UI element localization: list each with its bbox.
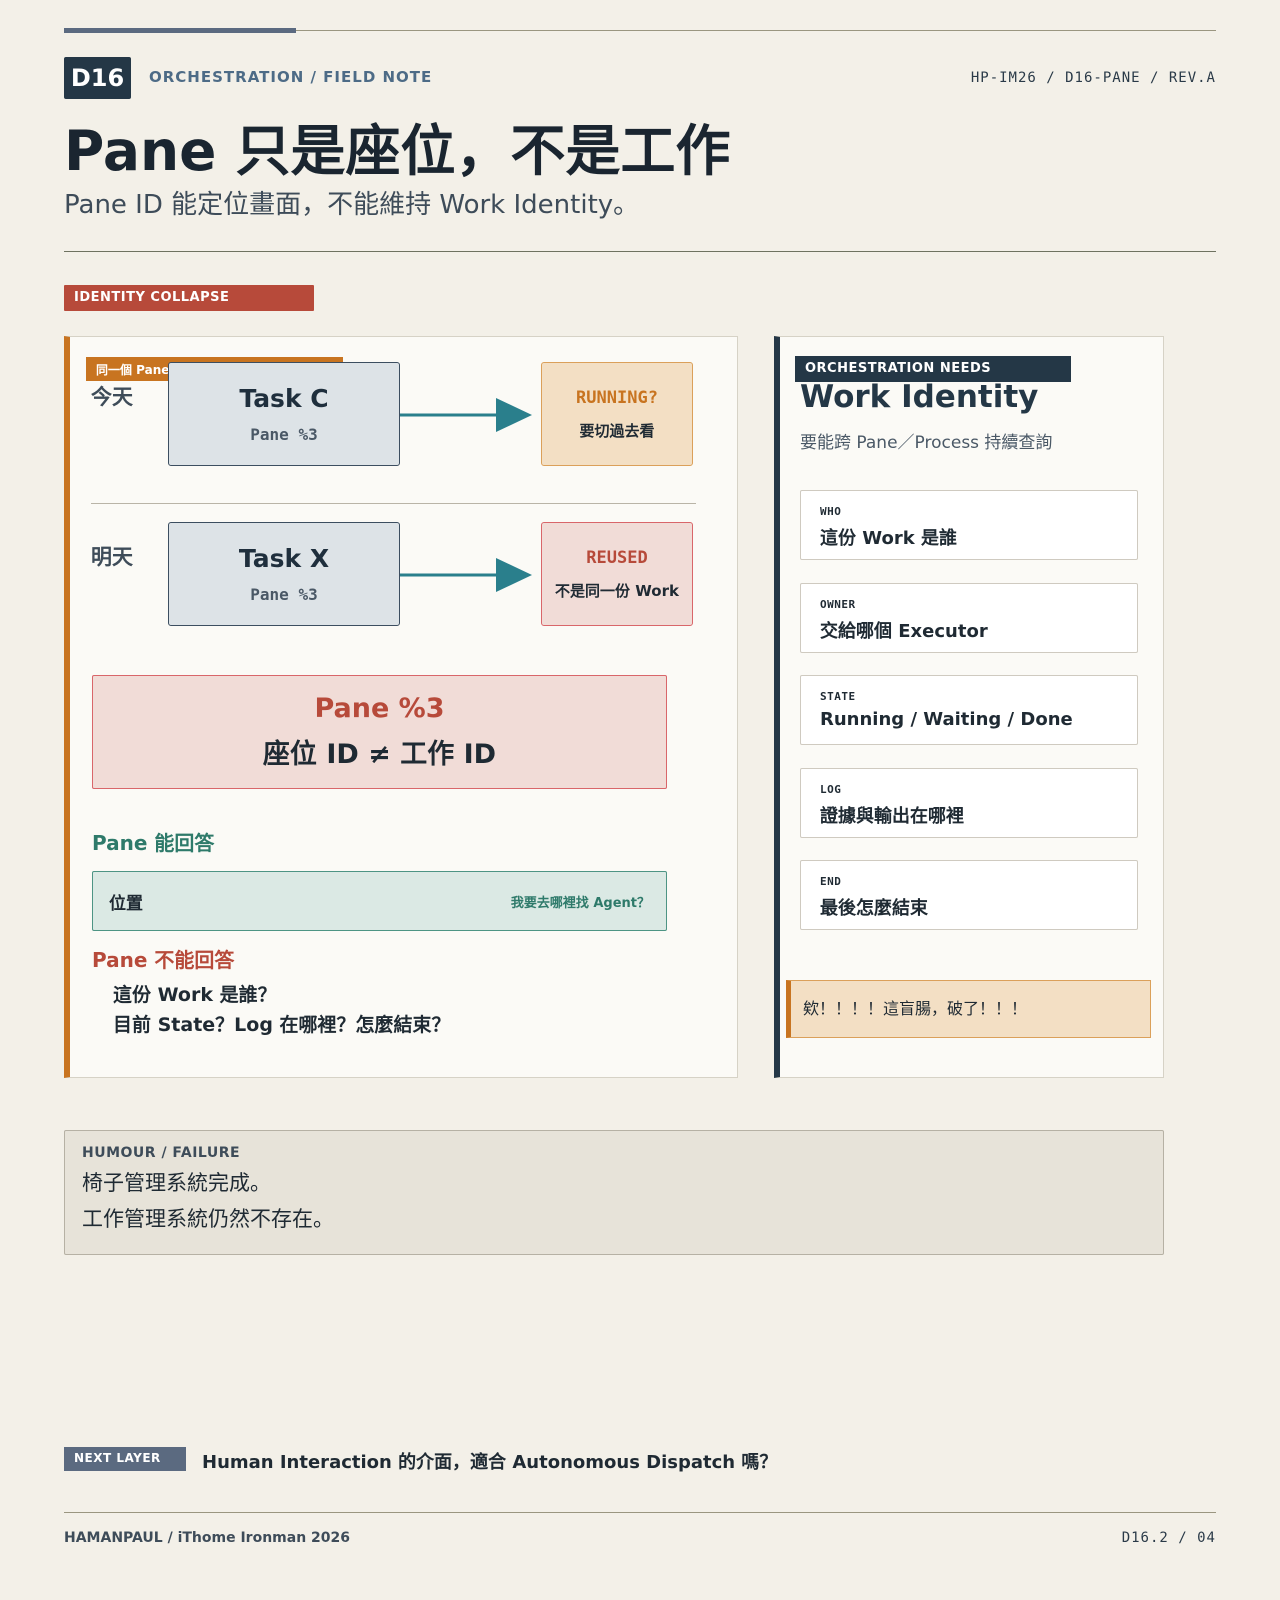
task-card-today: Task C Pane %3	[168, 362, 400, 466]
humour-line: 椅子管理系統完成。	[82, 1171, 271, 1195]
footer-page-number: D16.2 / 04	[1121, 1530, 1216, 1546]
field-state: STATE Running / Waiting / Done	[800, 675, 1138, 745]
pane-cannot-answer-heading: Pane 不能回答	[92, 948, 235, 972]
status-note: 要切過去看	[579, 421, 655, 440]
status-card-running: RUNNING? 要切過去看	[541, 362, 693, 466]
footer-credit: HAMANPAUL / iThome Ironman 2026	[64, 1530, 350, 1546]
task-name: Task X	[238, 544, 330, 573]
field-value: Running / Waiting / Done	[820, 709, 1073, 730]
work-identity-title: Work Identity	[800, 379, 1039, 415]
task-card-tomorrow: Task X Pane %3	[168, 522, 400, 626]
pane-id-label: Pane %3	[314, 693, 445, 724]
field-owner: OWNER 交給哪個 Executor	[800, 583, 1138, 653]
status-card-reused: REUSED 不是同一份 Work	[541, 522, 693, 626]
next-layer-question: Human Interaction 的介面，適合 Autonomous Disp…	[202, 1452, 778, 1473]
field-key: END	[820, 875, 842, 888]
arrow-right-icon	[400, 398, 532, 432]
pane-id-summary: Pane %3 座位 ID ≠ 工作 ID	[92, 675, 667, 789]
arrow-right-icon	[400, 558, 532, 592]
doc-reference: HP-IM26 / D16-PANE / REV.A	[970, 70, 1216, 86]
pane-can-answer-heading: Pane 能回答	[92, 831, 215, 855]
task-pane-id: Pane %3	[250, 585, 318, 604]
row-divider	[91, 503, 696, 504]
appendix-joke-callout: 欸！！！！這盲腸，破了！！！	[786, 980, 1151, 1038]
page-title: Pane 只是座位，不是工作	[64, 119, 731, 183]
seat-vs-work-label: 座位 ID ≠ 工作 ID	[262, 739, 497, 770]
day-label-tomorrow: 明天	[91, 545, 133, 569]
field-log: LOG 證據與輸出在哪裡	[800, 768, 1138, 838]
header-divider	[64, 251, 1216, 252]
field-key: OWNER	[820, 598, 856, 611]
field-key: LOG	[820, 783, 842, 796]
status-note: 不是同一份 Work	[555, 581, 679, 600]
field-value: 交給哪個 Executor	[820, 621, 988, 642]
can-answer-question: 我要去哪裡找 Agent？	[510, 895, 650, 911]
field-value: 最後怎麼結束	[820, 898, 928, 919]
cannot-answer-line: 目前 State？Log 在哪裡？怎麼結束？	[113, 1014, 451, 1036]
work-identity-subtitle: 要能跨 Pane／Process 持續查詢	[800, 433, 1053, 453]
field-key: STATE	[820, 690, 856, 703]
top-accent-bar	[64, 28, 296, 33]
can-answer-item: 位置	[109, 893, 143, 914]
pane-can-answer-box: 位置 我要去哪裡找 Agent？	[92, 871, 667, 931]
field-key: WHO	[820, 505, 842, 518]
humour-failure-box: HUMOUR / FAILURE 椅子管理系統完成。 工作管理系統仍然不存在。	[64, 1130, 1164, 1255]
kicker: ORCHESTRATION / FIELD NOTE	[149, 68, 433, 86]
task-pane-id: Pane %3	[250, 425, 318, 444]
task-name: Task C	[239, 384, 329, 413]
humour-line: 工作管理系統仍然不存在。	[82, 1207, 334, 1231]
cannot-answer-line: 這份 Work 是誰？	[113, 984, 277, 1006]
status-code: REUSED	[586, 547, 648, 568]
day-badge: D16	[64, 57, 131, 99]
field-value: 證據與輸出在哪裡	[820, 806, 964, 827]
next-layer-tag: NEXT LAYER	[64, 1447, 186, 1471]
field-who: WHO 這份 Work 是誰	[800, 490, 1138, 560]
humour-label: HUMOUR / FAILURE	[82, 1145, 241, 1161]
page-subtitle: Pane ID 能定位畫面，不能維持 Work Identity。	[64, 190, 640, 220]
footer-rule	[64, 1512, 1216, 1513]
field-end: END 最後怎麼結束	[800, 860, 1138, 930]
status-code: RUNNING?	[576, 387, 658, 408]
day-label-today: 今天	[91, 385, 133, 409]
identity-collapse-tag: IDENTITY COLLAPSE	[64, 285, 314, 311]
field-value: 這份 Work 是誰	[820, 528, 957, 549]
